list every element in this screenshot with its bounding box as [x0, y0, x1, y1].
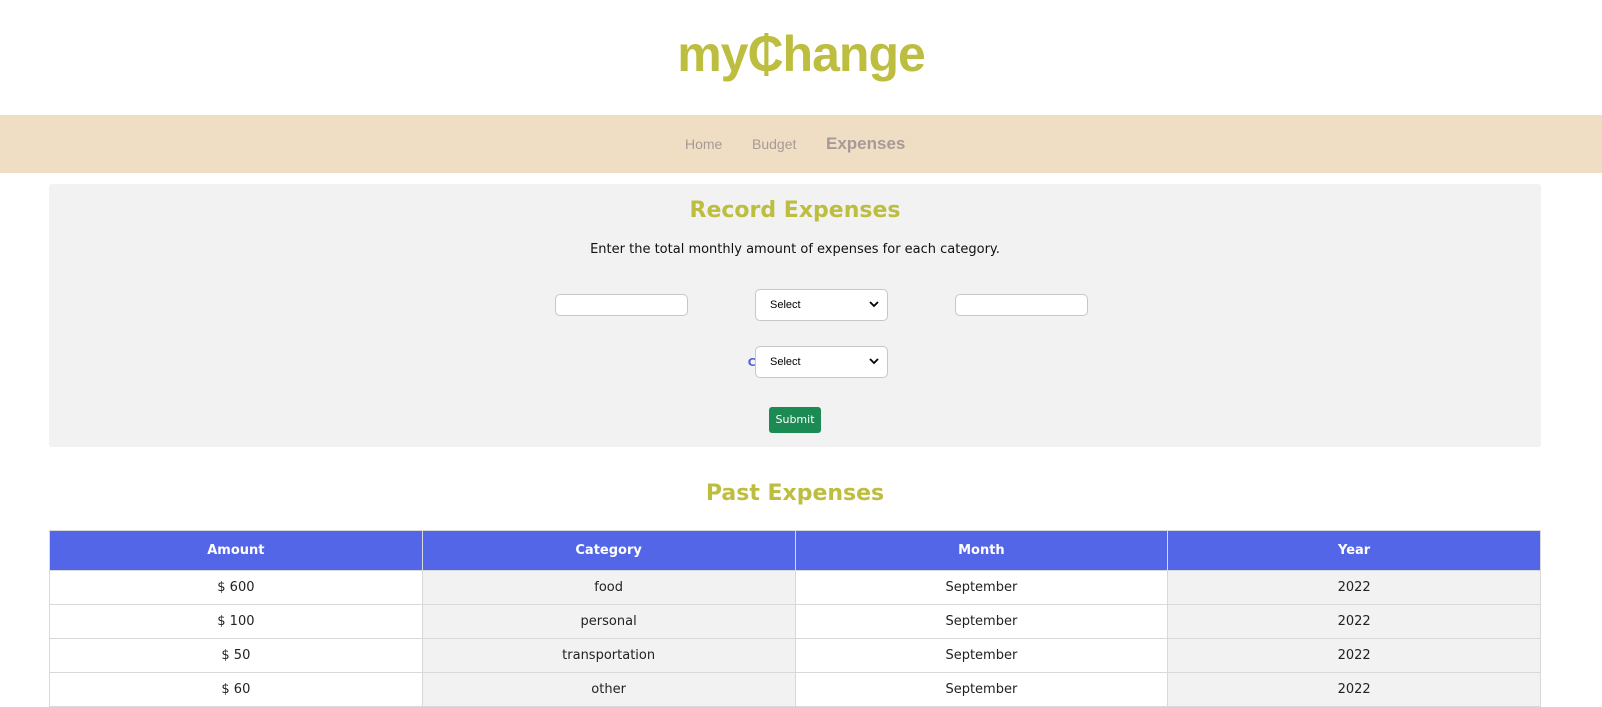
cell-amount: $ 60 — [49, 672, 423, 707]
submit-button[interactable]: Submit — [769, 407, 821, 433]
column-header-year: Year — [1167, 530, 1541, 571]
year-input[interactable] — [955, 294, 1088, 316]
site-header: my₵hange — [0, 0, 1602, 115]
cell-month: September — [794, 672, 1169, 707]
cell-year: 2022 — [1167, 570, 1541, 605]
category-select-value: Select — [770, 356, 801, 368]
table-row: $ 50 transportation September 2022 — [49, 638, 1541, 673]
nav-bar: Home Budget Expenses — [0, 115, 1602, 173]
cell-amount: $ 600 — [49, 570, 423, 605]
table-header-row: Amount Category Month Year — [49, 530, 1541, 571]
nav-budget[interactable]: Budget — [752, 115, 796, 173]
amount-input[interactable] — [555, 294, 688, 316]
cell-month: September — [794, 604, 1169, 639]
cell-category: transportation — [421, 638, 796, 673]
nav-expenses[interactable]: Expenses — [826, 115, 905, 173]
cell-year: 2022 — [1167, 638, 1541, 673]
chevron-down-icon — [869, 358, 879, 365]
cell-amount: $ 100 — [49, 604, 423, 639]
cell-category: other — [421, 672, 796, 707]
past-expenses-title: Past Expenses — [705, 481, 885, 506]
logo[interactable]: my₵hange — [0, 24, 1602, 84]
record-expenses-title: Record Expenses — [689, 198, 901, 223]
cell-month: September — [794, 638, 1169, 673]
month-select-value: Select — [770, 299, 801, 311]
past-expenses-table: Amount Category Month Year $ 600 food Se… — [49, 530, 1541, 707]
cell-year: 2022 — [1167, 672, 1541, 707]
table-row: $ 600 food September 2022 — [49, 570, 1541, 605]
cell-year: 2022 — [1167, 604, 1541, 639]
cell-month: September — [794, 570, 1169, 605]
column-header-category: Category — [421, 530, 796, 571]
cell-category: personal — [421, 604, 796, 639]
month-select[interactable]: Select — [755, 289, 888, 321]
instruction-text: Enter the total monthly amount of expens… — [590, 242, 1000, 257]
nav-home[interactable]: Home — [685, 115, 722, 173]
column-header-amount: Amount — [49, 530, 423, 571]
table-row: $ 60 other September 2022 — [49, 672, 1541, 707]
cell-amount: $ 50 — [49, 638, 423, 673]
cell-category: food — [421, 570, 796, 605]
table-row: $ 100 personal September 2022 — [49, 604, 1541, 639]
column-header-month: Month — [794, 530, 1169, 571]
category-select[interactable]: Select — [755, 346, 888, 378]
record-expenses-panel: Record Expenses Enter the total monthly … — [49, 184, 1541, 447]
chevron-down-icon — [869, 301, 879, 308]
